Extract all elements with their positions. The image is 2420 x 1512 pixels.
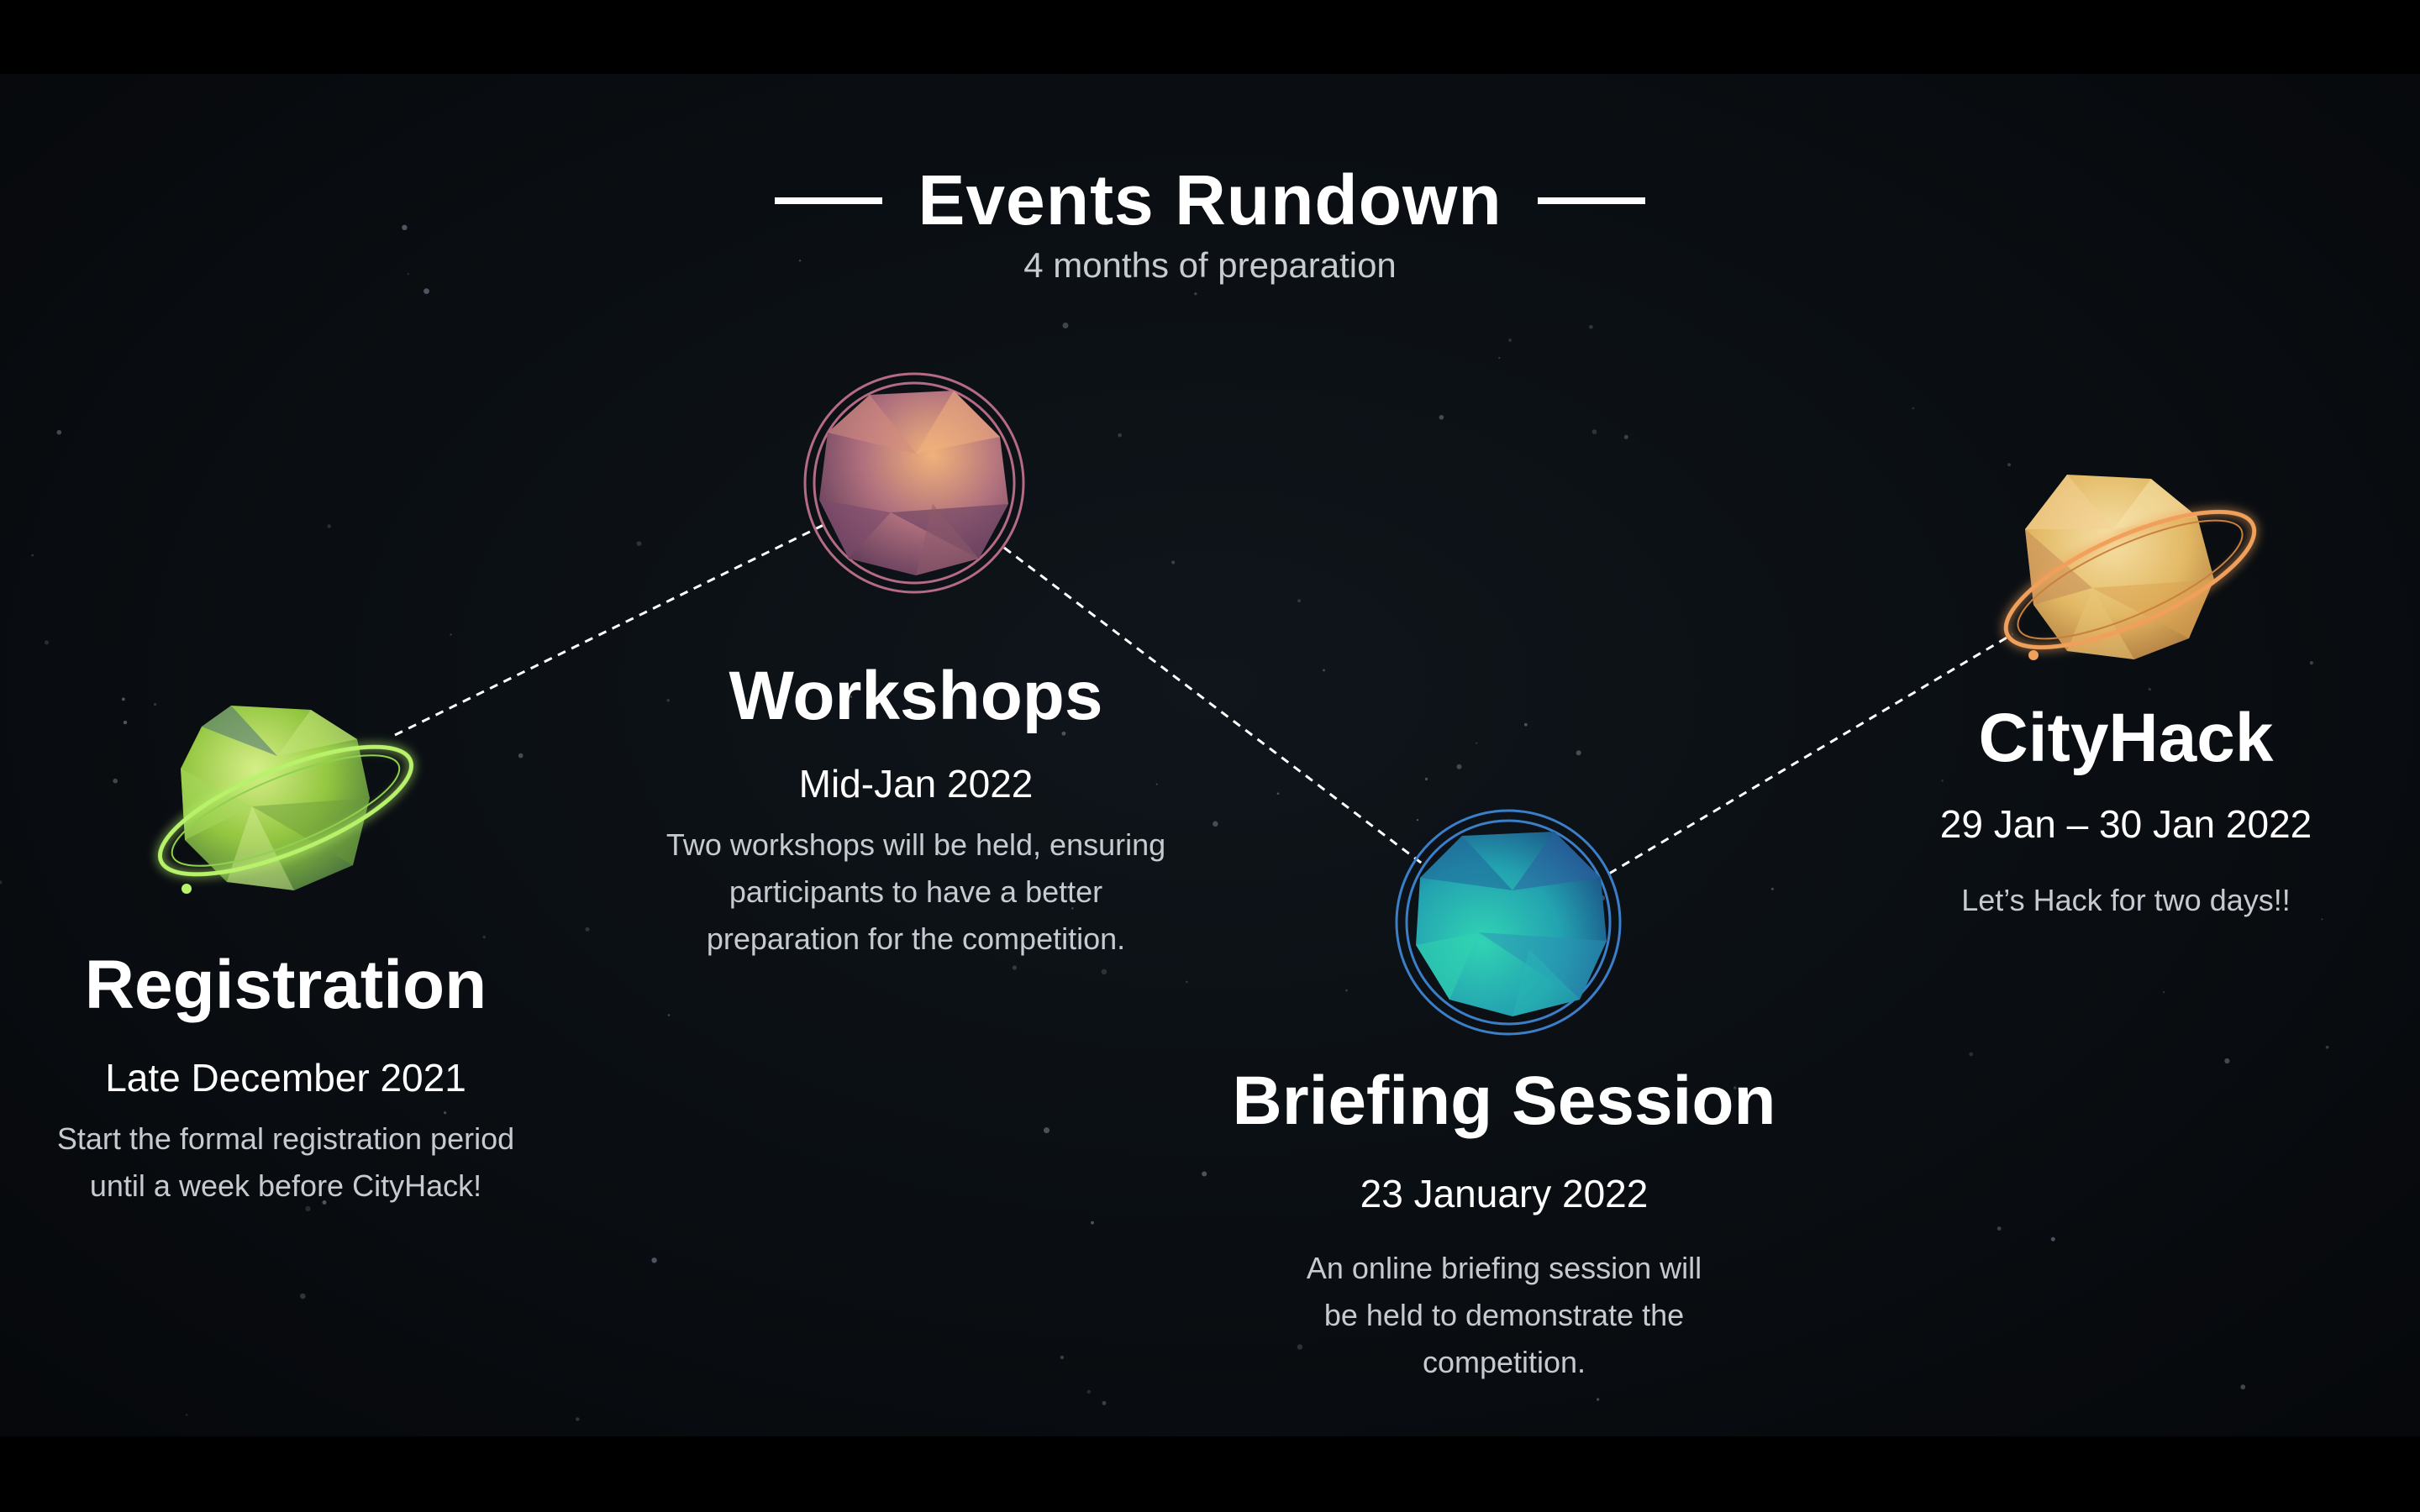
star-dot bbox=[1416, 819, 1419, 822]
star-dot bbox=[1323, 669, 1325, 672]
star-dot bbox=[327, 524, 331, 528]
star-dot bbox=[44, 640, 50, 645]
event-cityhack: CityHack 29 Jan – 30 Jan 2022 Let’s Hack… bbox=[1891, 704, 2361, 924]
section-header: Events Rundown bbox=[0, 160, 2420, 241]
event-description: Let’s Hack for two days!! bbox=[1961, 883, 2291, 917]
star-dot bbox=[1118, 433, 1122, 438]
star-dot bbox=[121, 697, 125, 701]
star-dot bbox=[1476, 742, 1478, 744]
event-name: CityHack bbox=[1978, 700, 2274, 776]
event-description: Two workshops will be held, ensuring par… bbox=[666, 827, 1166, 956]
star-dot bbox=[636, 541, 642, 546]
star-dot bbox=[1194, 292, 1197, 296]
event-name: Briefing Session bbox=[1232, 1063, 1776, 1139]
star-dot bbox=[2325, 1045, 2329, 1049]
star-dot bbox=[1524, 722, 1528, 727]
event-registration: Registration Late December 2021 Start th… bbox=[50, 951, 521, 1210]
star-dot bbox=[1996, 1226, 2002, 1231]
title-left-rule bbox=[774, 197, 882, 204]
event-name: Workshops bbox=[729, 658, 1103, 734]
star-dot bbox=[2007, 463, 2012, 467]
title-right-rule bbox=[1538, 197, 1646, 204]
star-dot bbox=[1060, 1355, 1065, 1360]
star-dot bbox=[2240, 1384, 2246, 1390]
star-dot bbox=[31, 554, 34, 557]
star-dot bbox=[518, 753, 523, 759]
star-dot bbox=[1213, 821, 1218, 827]
star-dot bbox=[450, 633, 452, 636]
event-description: Start the formal registration period unt… bbox=[56, 1121, 515, 1203]
star-dot bbox=[1091, 1221, 1094, 1225]
star-dot bbox=[186, 1414, 188, 1416]
star-dot bbox=[2162, 991, 2165, 994]
star-dot bbox=[300, 1293, 306, 1299]
star-dot bbox=[1623, 434, 1628, 439]
star-dot bbox=[1770, 887, 1774, 890]
star-dot bbox=[1576, 750, 1581, 756]
star-dot bbox=[289, 821, 296, 827]
star-dot bbox=[1508, 339, 1512, 342]
star-dot bbox=[2050, 1236, 2055, 1242]
star-dot bbox=[1101, 969, 1107, 975]
star-dot bbox=[1498, 356, 1501, 360]
star-dot bbox=[978, 523, 982, 528]
star-dot bbox=[1186, 980, 1188, 984]
star-dot bbox=[1597, 1398, 1600, 1401]
star-dot bbox=[1969, 1052, 1974, 1057]
star-dot bbox=[1912, 407, 1915, 410]
star-dot bbox=[2224, 1058, 2230, 1064]
star-dot bbox=[1086, 1389, 1091, 1394]
star-dot bbox=[1439, 415, 1444, 420]
star-dot bbox=[1591, 429, 1597, 434]
star-dot bbox=[667, 1014, 671, 1016]
star-dot bbox=[1424, 777, 1428, 781]
star-dot bbox=[1345, 989, 1348, 992]
star-dot bbox=[2309, 661, 2313, 665]
event-workshops: Workshops Mid-Jan 2022 Two workshops wil… bbox=[655, 662, 1176, 963]
star-dot bbox=[1276, 792, 1280, 795]
star-dot bbox=[424, 288, 429, 294]
star-dot bbox=[585, 927, 590, 932]
page-subtitle: 4 months of preparation bbox=[1023, 245, 1397, 285]
star-dot bbox=[0, 880, 3, 885]
page-title: Events Rundown bbox=[918, 160, 1502, 239]
top-letterbox-bar bbox=[0, 0, 2420, 74]
star-dot bbox=[113, 778, 118, 784]
star-dot bbox=[1044, 1127, 1050, 1134]
event-briefing-session: Briefing Session 23 January 2022 An onli… bbox=[1193, 1067, 1815, 1386]
event-date: 29 Jan – 30 Jan 2022 bbox=[1939, 802, 2312, 846]
star-dot bbox=[482, 935, 487, 939]
star-dot bbox=[1599, 895, 1605, 901]
bottom-letterbox-bar bbox=[0, 1436, 2420, 1512]
star-dot bbox=[56, 429, 62, 435]
star-dot bbox=[123, 720, 128, 725]
event-date: 23 January 2022 bbox=[1360, 1172, 1649, 1215]
event-date: Late December 2021 bbox=[105, 1056, 466, 1100]
event-date: Mid-Jan 2022 bbox=[798, 762, 1034, 806]
star-dot bbox=[1102, 1400, 1107, 1405]
star-dot bbox=[651, 1257, 657, 1263]
star-dot bbox=[1589, 325, 1593, 329]
star-dot bbox=[576, 1417, 580, 1421]
star-dot bbox=[1171, 560, 1176, 564]
star-dot bbox=[1456, 764, 1462, 769]
star-dot bbox=[1062, 323, 1069, 328]
star-dot bbox=[1297, 599, 1301, 603]
event-description: An online briefing session will be held … bbox=[1306, 1251, 1702, 1379]
event-name: Registration bbox=[84, 947, 487, 1023]
star-dot bbox=[1012, 965, 1018, 970]
star-dot bbox=[154, 703, 157, 706]
star-dot bbox=[2148, 688, 2151, 691]
